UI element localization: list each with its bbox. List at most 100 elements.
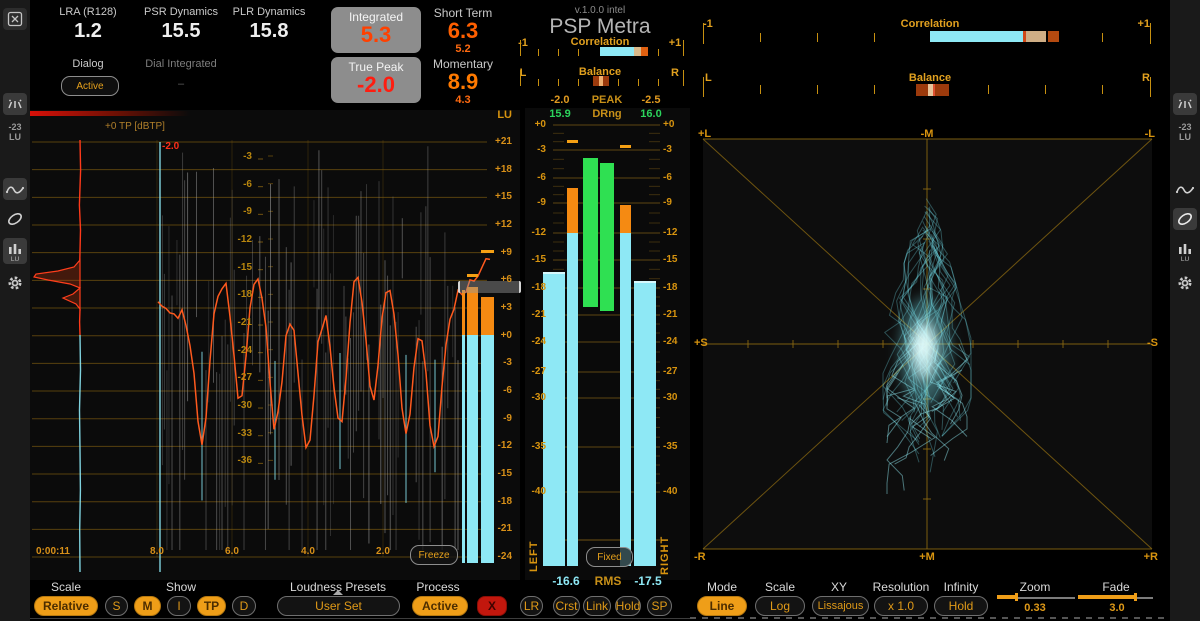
scale-tick: -30 bbox=[663, 392, 693, 403]
time-tick: 8.0 bbox=[142, 546, 172, 557]
scale-tick: +0 bbox=[516, 119, 546, 130]
show-button-tp[interactable]: TP bbox=[197, 596, 226, 616]
dialog-active-button[interactable]: Active bbox=[61, 76, 119, 96]
infinity-hold-button[interactable]: Hold bbox=[934, 596, 988, 616]
xy-label: XY bbox=[809, 580, 869, 594]
true-peak-box[interactable]: True Peak -2.0 bbox=[331, 57, 421, 103]
left-peak-bar bbox=[567, 233, 578, 566]
scale-tick: -21 bbox=[222, 317, 252, 328]
scale-tick: -24 bbox=[222, 345, 252, 356]
scale-tick: -27 bbox=[516, 366, 546, 377]
psp-metra-window: -23 LU LU -23 LU LU bbox=[0, 0, 1200, 621]
fade-slider-fill bbox=[1078, 595, 1136, 599]
waveform-view-icon[interactable] bbox=[3, 178, 27, 200]
integrated-value: 5.3 bbox=[331, 24, 421, 46]
true-peak-value: -2.0 bbox=[331, 74, 421, 96]
fade-value: 3.0 bbox=[1087, 602, 1147, 614]
correlation-meter-segment bbox=[1026, 31, 1046, 42]
gonio-label-minus-l: -L bbox=[1125, 128, 1155, 140]
gonio-scale-label: Scale bbox=[750, 580, 810, 594]
correlation-max-label: +1 bbox=[666, 37, 684, 49]
hold-button[interactable]: Hold bbox=[615, 596, 641, 616]
integrated-box[interactable]: Integrated 5.3 bbox=[331, 7, 421, 53]
mini-lu-bar bbox=[467, 287, 478, 335]
scale-tick: +6 bbox=[486, 274, 512, 285]
show-button-d[interactable]: D bbox=[232, 596, 256, 616]
right-peak-hold-marker bbox=[620, 145, 631, 148]
goniometer-display bbox=[695, 112, 1168, 575]
lufs-target-badge[interactable]: -23 LU bbox=[0, 122, 30, 142]
balance-left-label: L bbox=[514, 67, 532, 79]
show-button-i[interactable]: I bbox=[167, 596, 191, 616]
waveform-view-icon[interactable] bbox=[1173, 178, 1197, 200]
gonio-scale-log-button[interactable]: Log bbox=[755, 596, 805, 616]
peak-label: PEAK bbox=[587, 94, 627, 106]
show-button-s[interactable]: S bbox=[105, 596, 128, 616]
link-button[interactable]: Link bbox=[583, 596, 611, 616]
expand-icon[interactable] bbox=[3, 8, 27, 30]
loudness-meters-view-icon[interactable]: LU bbox=[1173, 238, 1197, 264]
freeze-button[interactable]: Freeze bbox=[410, 545, 458, 565]
scale-tick: -18 bbox=[486, 496, 512, 507]
reset-x-button[interactable]: X bbox=[477, 596, 507, 616]
lu-unit-label: LU bbox=[484, 109, 512, 121]
goniometer-view-icon[interactable] bbox=[3, 208, 27, 230]
show-button-m[interactable]: M bbox=[134, 596, 161, 616]
balance-meter-bar bbox=[935, 84, 949, 96]
balance-right-label: R bbox=[1130, 72, 1150, 84]
mini-lu-bar bbox=[467, 335, 478, 563]
dial-integrated-label: Dial Integrated bbox=[138, 58, 224, 70]
crest-button[interactable]: Crst bbox=[553, 596, 580, 616]
resize-strip[interactable] bbox=[690, 617, 1170, 619]
gonio-label-minus-s: -S bbox=[1128, 337, 1158, 349]
scale-tick: -40 bbox=[516, 486, 546, 497]
scale-tick: -27 bbox=[663, 366, 693, 377]
xy-lissajous-button[interactable]: Lissajous bbox=[812, 596, 869, 616]
scale-tick: -12 bbox=[486, 440, 512, 451]
settings-gear-icon[interactable] bbox=[3, 272, 27, 294]
process-label: Process bbox=[408, 580, 468, 594]
vu-meter-icon[interactable] bbox=[3, 93, 27, 115]
scale-tick: +21 bbox=[486, 136, 512, 147]
resolution-button[interactable]: x 1.0 bbox=[874, 596, 928, 616]
scale-tick: +18 bbox=[486, 164, 512, 175]
fixed-scale-button[interactable]: Fixed bbox=[586, 547, 633, 567]
right-peak-bar-top bbox=[620, 205, 631, 233]
scale-label: Scale bbox=[36, 580, 96, 594]
peak-left-value: -2.0 bbox=[540, 94, 580, 106]
loudness-meters-view-icon[interactable]: LU bbox=[3, 238, 27, 264]
correlation-label: Correlation bbox=[880, 18, 980, 30]
scale-tick: +12 bbox=[486, 219, 512, 230]
zoom-slider-handle[interactable] bbox=[1015, 593, 1018, 601]
svg-text:LU: LU bbox=[11, 256, 20, 262]
true-peak-readout: -2.0 bbox=[162, 141, 179, 152]
right-dynamic-range-bar bbox=[600, 163, 614, 311]
loudness-presets-dropdown[interactable]: User Set bbox=[277, 596, 400, 616]
mode-label: Mode bbox=[692, 580, 752, 594]
correlation-meter-segment bbox=[641, 47, 648, 56]
gonio-label-plus-r: +R bbox=[1128, 551, 1158, 563]
lufs-target-badge[interactable]: -23 LU bbox=[1170, 122, 1200, 142]
tp-scale-label: +0 TP [dBTP] bbox=[105, 121, 165, 132]
scale-tick: -12 bbox=[516, 227, 546, 238]
scale-tick: -15 bbox=[486, 468, 512, 479]
correlation-min-label: -1 bbox=[514, 37, 532, 49]
mode-line-button[interactable]: Line bbox=[697, 596, 747, 616]
lr-button[interactable]: LR bbox=[520, 596, 543, 616]
time-tick: 2.0 bbox=[368, 546, 398, 557]
fade-slider-handle[interactable] bbox=[1134, 593, 1137, 601]
scale-relative-button[interactable]: Relative bbox=[34, 596, 98, 616]
scale-tick: -9 bbox=[516, 197, 546, 208]
scale-tick: -3 bbox=[516, 144, 546, 155]
scale-tick: -15 bbox=[222, 262, 252, 273]
sp-button[interactable]: SP bbox=[647, 596, 672, 616]
scale-tick: -15 bbox=[516, 254, 546, 265]
left-toolbar: -23 LU LU bbox=[0, 0, 30, 621]
scale-tick: +9 bbox=[486, 247, 512, 258]
scale-tick: -30 bbox=[222, 400, 252, 411]
zoom-value: 0.33 bbox=[1005, 602, 1065, 614]
goniometer-view-icon[interactable] bbox=[1173, 208, 1197, 230]
settings-gear-icon[interactable] bbox=[1173, 272, 1197, 294]
vu-meter-icon[interactable] bbox=[1173, 93, 1197, 115]
process-active-button[interactable]: Active bbox=[412, 596, 468, 616]
